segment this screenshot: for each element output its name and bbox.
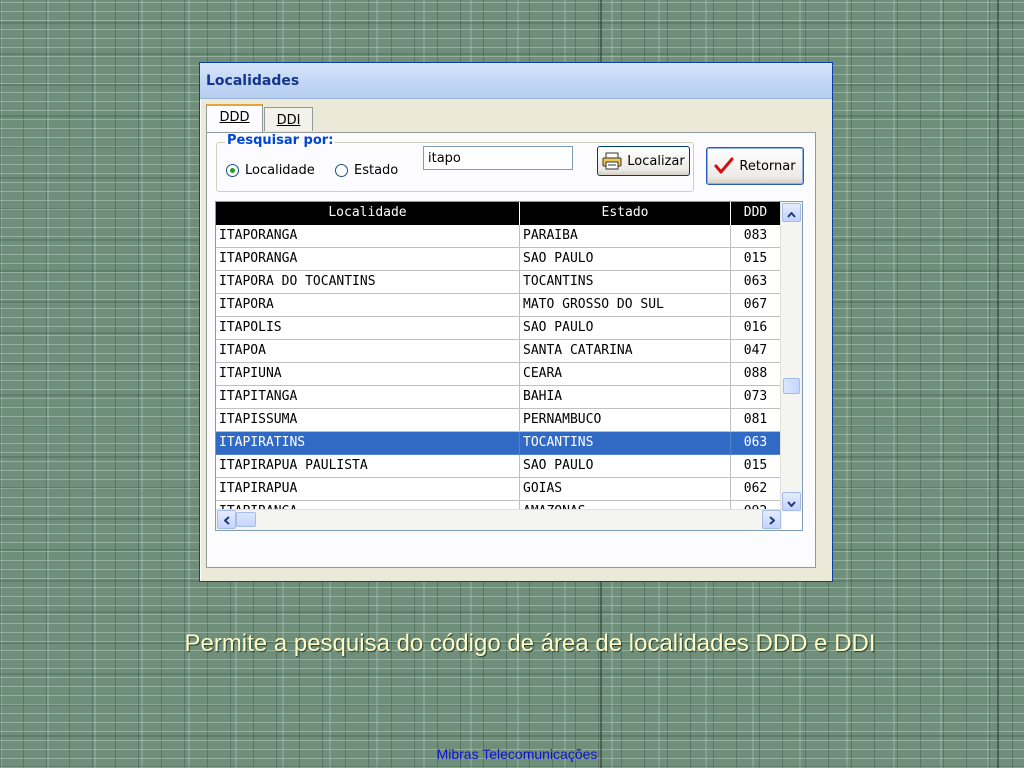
radio-localidade-dot[interactable] <box>226 163 239 177</box>
table-row[interactable]: ITAPORANGA SAO PAULO 015 <box>216 248 802 271</box>
radio-estado-label: Estado <box>354 162 399 178</box>
window-titlebar[interactable]: Localidades <box>200 63 832 99</box>
radio-estado-dot[interactable] <box>335 163 348 177</box>
cell-ddd[interactable]: 081 <box>731 409 781 432</box>
cell-estado[interactable]: PERNAMBUCO <box>520 409 731 432</box>
cell-localidade[interactable]: ITAPIRAPUA <box>216 478 520 501</box>
column-header-localidade[interactable]: Localidade <box>216 202 520 225</box>
horizontal-scrollbar[interactable] <box>216 509 782 530</box>
cell-estado[interactable]: TOCANTINS <box>520 432 731 455</box>
cell-localidade[interactable]: ITAPOLIS <box>216 317 520 340</box>
cell-ddd[interactable]: 016 <box>731 317 781 340</box>
slide-footer: Mibras Telecomunicações <box>436 746 598 762</box>
search-group-title: Pesquisar por: <box>225 133 336 148</box>
vertical-scrollbar[interactable] <box>780 202 802 512</box>
search-input[interactable] <box>423 146 573 170</box>
cell-ddd[interactable]: 062 <box>731 478 781 501</box>
slide-caption: Permite a pesquisa do código de área de … <box>184 630 876 657</box>
cell-ddd[interactable]: 083 <box>731 225 781 248</box>
scroll-up-button[interactable] <box>782 203 801 222</box>
checkmark-icon <box>714 157 734 175</box>
table-row[interactable]: ITAPITANGA BAHIA 073 <box>216 386 802 409</box>
cell-localidade[interactable]: ITAPORANGA <box>216 225 520 248</box>
cell-ddd[interactable]: 073 <box>731 386 781 409</box>
cell-estado[interactable]: BAHIA <box>520 386 731 409</box>
cell-localidade[interactable]: ITAPORA DO TOCANTINS <box>216 271 520 294</box>
localizar-label: Localizar <box>627 153 685 169</box>
scroll-down-button[interactable] <box>782 492 801 511</box>
cell-localidade[interactable]: ITAPIRATINS <box>216 432 520 455</box>
cell-ddd[interactable]: 015 <box>731 248 781 271</box>
cell-estado[interactable]: GOIAS <box>520 478 731 501</box>
horizontal-scroll-thumb[interactable] <box>236 512 256 527</box>
cell-localidade[interactable]: ITAPITANGA <box>216 386 520 409</box>
tab-ddi[interactable]: DDI <box>264 107 313 131</box>
cell-ddd[interactable]: 063 <box>731 271 781 294</box>
cell-localidade[interactable]: ITAPIRAPUA PAULISTA <box>216 455 520 478</box>
localidades-window: Localidades DDD DDI Pesquisar por: Local… <box>199 62 833 582</box>
cell-ddd[interactable]: 063 <box>731 432 781 455</box>
cell-estado[interactable]: MATO GROSSO DO SUL <box>520 294 731 317</box>
cell-localidade[interactable]: ITAPORANGA <box>216 248 520 271</box>
scroll-left-button[interactable] <box>217 510 236 529</box>
cell-estado[interactable]: SAO PAULO <box>520 248 731 271</box>
cell-localidade[interactable]: ITAPIUNA <box>216 363 520 386</box>
chevron-up-icon <box>787 203 796 222</box>
grid-header: Localidade Estado DDD <box>216 202 802 225</box>
chevron-down-icon <box>787 492 796 511</box>
table-row[interactable]: ITAPOLIS SAO PAULO 016 <box>216 317 802 340</box>
table-row[interactable]: ITAPISSUMA PERNAMBUCO 081 <box>216 409 802 432</box>
radio-localidade[interactable]: Localidade <box>226 161 315 179</box>
cell-localidade[interactable]: ITAPOA <box>216 340 520 363</box>
scroll-right-button[interactable] <box>762 510 781 529</box>
table-row[interactable]: ITAPORANGA PARAIBA 083 <box>216 225 802 248</box>
column-header-estado[interactable]: Estado <box>520 202 731 225</box>
window-title: Localidades <box>206 73 300 89</box>
table-row[interactable]: ITAPORA DO TOCANTINS TOCANTINS 063 <box>216 271 802 294</box>
radio-localidade-label: Localidade <box>245 162 315 178</box>
cell-localidade[interactable]: ITAPISSUMA <box>216 409 520 432</box>
cell-estado[interactable]: SAO PAULO <box>520 455 731 478</box>
cell-ddd[interactable]: 047 <box>731 340 781 363</box>
cell-ddd[interactable]: 067 <box>731 294 781 317</box>
grid-body: ITAPORANGA PARAIBA 083 ITAPORANGA SAO PAULO 0… <box>216 225 802 524</box>
chevron-left-icon <box>222 510 230 529</box>
tab-ddd[interactable]: DDD <box>206 104 263 132</box>
radio-estado[interactable]: Estado <box>335 161 398 179</box>
printer-icon <box>602 152 622 170</box>
cell-estado[interactable]: CEARA <box>520 363 731 386</box>
cell-localidade[interactable]: ITAPORA <box>216 294 520 317</box>
cell-ddd[interactable]: 015 <box>731 455 781 478</box>
localidades-grid[interactable]: Localidade Estado DDD ITAPORANGA PARAIBA 0… <box>215 201 803 531</box>
table-row[interactable]: ITAPIRAPUA GOIAS 062 <box>216 478 802 501</box>
retornar-label: Retornar <box>739 158 796 174</box>
retornar-button[interactable]: Retornar <box>706 147 804 185</box>
vertical-scroll-thumb[interactable] <box>783 378 800 394</box>
cell-ddd[interactable]: 088 <box>731 363 781 386</box>
cell-estado[interactable]: SANTA CATARINA <box>520 340 731 363</box>
table-row[interactable]: ITAPIRATINS TOCANTINS 063 <box>216 432 802 455</box>
table-row[interactable]: ITAPIRAPUA PAULISTA SAO PAULO 015 <box>216 455 802 478</box>
table-row[interactable]: ITAPORA MATO GROSSO DO SUL 067 <box>216 294 802 317</box>
ddd-tab-panel: Pesquisar por: Localidade Estado Locali <box>206 132 816 568</box>
tab-ddd-label: DDD <box>219 110 250 125</box>
table-row[interactable]: ITAPIUNA CEARA 088 <box>216 363 802 386</box>
cell-estado[interactable]: SAO PAULO <box>520 317 731 340</box>
chevron-right-icon <box>768 510 776 529</box>
table-row[interactable]: ITAPOA SANTA CATARINA 047 <box>216 340 802 363</box>
localizar-button[interactable]: Localizar <box>597 146 690 176</box>
tab-ddi-label: DDI <box>276 113 301 128</box>
cell-estado[interactable]: TOCANTINS <box>520 271 731 294</box>
cell-estado[interactable]: PARAIBA <box>520 225 731 248</box>
column-header-ddd[interactable]: DDD <box>731 202 781 225</box>
